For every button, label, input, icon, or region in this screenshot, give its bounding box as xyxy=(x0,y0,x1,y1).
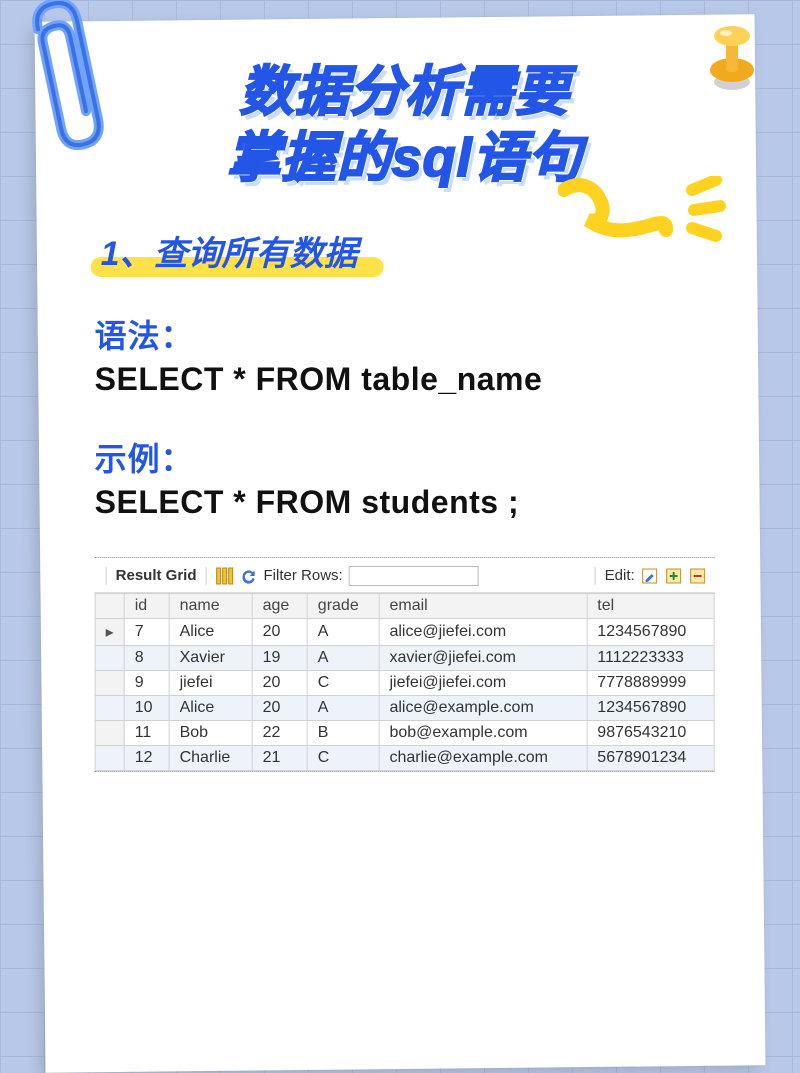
paper-card: 数据分析需要 掌握的sql语句 1、查询所有数据 语法： SELECT * FR… xyxy=(35,14,766,1072)
cell-tel[interactable]: 7778889999 xyxy=(587,670,714,695)
result-toolbar: Result Grid Filter Rows: Edit: xyxy=(95,562,715,593)
edit-label: Edit: xyxy=(605,567,635,584)
cell-grade[interactable]: A xyxy=(307,645,379,670)
cell-tel[interactable]: 9876543210 xyxy=(587,720,714,745)
example-label: 示例： xyxy=(95,434,715,480)
refresh-icon[interactable] xyxy=(240,567,258,585)
cell-age[interactable]: 20 xyxy=(252,695,307,720)
row-cursor xyxy=(95,645,124,670)
cell-id[interactable]: 9 xyxy=(124,670,169,695)
cell-name[interactable]: Bob xyxy=(169,720,252,745)
section-heading: 1、查询所有数据 xyxy=(95,226,380,275)
title-line1: 数据分析需要 xyxy=(95,60,715,126)
page-title: 数据分析需要 掌握的sql语句 xyxy=(95,60,715,192)
table-row[interactable]: 9jiefei20Cjiefei@jiefei.com7778889999 xyxy=(95,670,714,695)
col-email[interactable]: email xyxy=(379,593,587,618)
cell-email[interactable]: charlie@example.com xyxy=(379,745,587,770)
cell-name[interactable]: jiefei xyxy=(169,670,252,695)
row-cursor: ▸ xyxy=(95,618,124,645)
cell-grade[interactable]: C xyxy=(307,670,379,695)
cell-name[interactable]: Xavier xyxy=(169,645,252,670)
result-table: idnameagegradeemailtel ▸7Alice20Aalice@j… xyxy=(95,593,715,771)
row-cursor xyxy=(95,745,124,770)
delete-row-icon[interactable] xyxy=(689,567,707,585)
cell-grade[interactable]: A xyxy=(307,618,379,645)
cell-email[interactable]: alice@example.com xyxy=(379,695,587,720)
cell-name[interactable]: Charlie xyxy=(169,745,252,770)
cell-id[interactable]: 10 xyxy=(124,695,169,720)
cell-email[interactable]: xavier@jiefei.com xyxy=(379,645,587,670)
table-row[interactable]: ▸7Alice20Aalice@jiefei.com1234567890 xyxy=(95,618,714,645)
cell-age[interactable]: 20 xyxy=(252,670,307,695)
row-cursor xyxy=(95,695,124,720)
col-name[interactable]: name xyxy=(169,593,252,618)
cell-id[interactable]: 12 xyxy=(124,745,169,770)
cell-grade[interactable]: C xyxy=(307,745,379,770)
col-grade[interactable]: grade xyxy=(307,593,379,618)
table-row[interactable]: 11Bob22Bbob@example.com9876543210 xyxy=(95,720,714,745)
cell-grade[interactable]: B xyxy=(307,720,379,745)
row-cursor xyxy=(95,670,124,695)
cell-email[interactable]: bob@example.com xyxy=(379,720,587,745)
table-row[interactable]: 8Xavier19Axavier@jiefei.com1112223333 xyxy=(95,645,714,670)
squiggle-decoration xyxy=(558,176,728,246)
row-cursor xyxy=(95,720,124,745)
cell-tel[interactable]: 5678901234 xyxy=(587,745,714,770)
cell-age[interactable]: 22 xyxy=(252,720,307,745)
table-header-row: idnameagegradeemailtel xyxy=(95,593,714,618)
cell-id[interactable]: 8 xyxy=(124,645,169,670)
cell-name[interactable]: Alice xyxy=(169,695,252,720)
cell-name[interactable]: Alice xyxy=(169,618,252,645)
table-row[interactable]: 12Charlie21Ccharlie@example.com567890123… xyxy=(95,745,714,770)
cell-tel[interactable]: 1112223333 xyxy=(587,645,714,670)
syntax-code: SELECT * FROM table_name xyxy=(95,361,715,398)
cell-email[interactable]: jiefei@jiefei.com xyxy=(379,670,587,695)
cell-grade[interactable]: A xyxy=(307,695,379,720)
cell-age[interactable]: 20 xyxy=(252,618,307,645)
pushpin-icon xyxy=(696,20,768,104)
add-row-icon[interactable] xyxy=(665,567,683,585)
edit-row-icon[interactable] xyxy=(641,567,659,585)
example-code: SELECT * FROM students ; xyxy=(95,484,715,521)
cell-tel[interactable]: 1234567890 xyxy=(587,618,714,645)
cell-id[interactable]: 7 xyxy=(124,618,169,645)
col-age[interactable]: age xyxy=(252,593,307,618)
result-grid-label: Result Grid xyxy=(116,567,197,584)
col-tel[interactable]: tel xyxy=(587,593,714,618)
cell-age[interactable]: 19 xyxy=(252,645,307,670)
result-grid-panel: Result Grid Filter Rows: Edit: idnameage… xyxy=(95,557,715,772)
filter-label: Filter Rows: xyxy=(264,567,343,584)
cell-age[interactable]: 21 xyxy=(252,745,307,770)
table-row[interactable]: 10Alice20Aalice@example.com1234567890 xyxy=(95,695,714,720)
filter-input[interactable] xyxy=(349,566,479,586)
cell-id[interactable]: 11 xyxy=(124,720,169,745)
col-id[interactable]: id xyxy=(124,593,169,618)
cell-tel[interactable]: 1234567890 xyxy=(587,695,714,720)
grid-columns-icon[interactable] xyxy=(216,567,234,585)
syntax-label: 语法： xyxy=(95,311,715,357)
cell-email[interactable]: alice@jiefei.com xyxy=(379,618,587,645)
